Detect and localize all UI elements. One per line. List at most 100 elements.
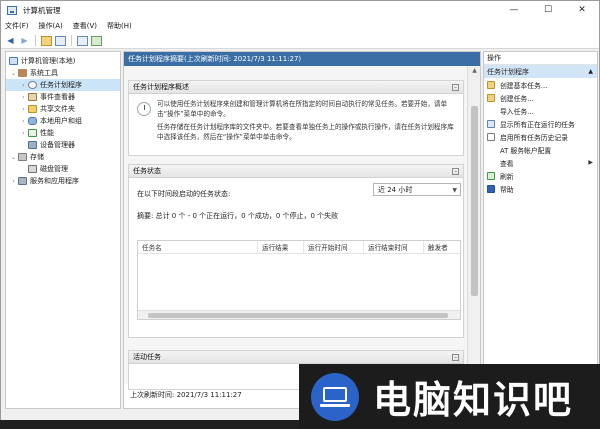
tree-item-label: 事件查看器: [40, 93, 75, 101]
performance-icon: [28, 129, 37, 137]
section-title: 任务状态: [133, 167, 161, 175]
tree-item-label: 共享文件夹: [40, 105, 75, 113]
action-item[interactable]: 查看 ▶: [484, 156, 597, 169]
action-item-label: 查看: [500, 159, 514, 168]
tree-item-storage[interactable]: ⌄ 存储: [6, 151, 120, 163]
tree-item-shared-folders[interactable]: › 共享文件夹: [6, 103, 120, 115]
action-item-label: 启用所有任务历史记录: [500, 133, 568, 142]
column-header-run-end[interactable]: 运行结束时间: [364, 241, 424, 253]
collapse-icon[interactable]: ⌄: [10, 70, 17, 77]
collapse-section-icon[interactable]: –: [452, 168, 459, 175]
collapse-icon[interactable]: ⌄: [10, 154, 17, 161]
view-icon: [487, 159, 495, 167]
collapse-section-icon[interactable]: –: [452, 84, 459, 91]
action-item-label: 创建任务...: [500, 94, 534, 103]
action-item[interactable]: 帮助: [484, 182, 597, 195]
section-title: 活动任务: [133, 353, 161, 361]
action-item[interactable]: 创建基本任务...: [484, 78, 597, 91]
scrollbar-thumb[interactable]: [148, 313, 448, 318]
collapse-section-icon[interactable]: –: [452, 354, 459, 361]
menu-action[interactable]: 操作(A): [39, 21, 63, 31]
title-bar: 计算机管理 — ☐ ✕: [1, 1, 599, 19]
tree-item-event-viewer[interactable]: › 事件查看器: [6, 91, 120, 103]
expand-icon[interactable]: ›: [20, 94, 27, 101]
help-button[interactable]: [77, 35, 88, 46]
refresh-icon: [487, 171, 495, 180]
action-item-label: 显示所有正在运行的任务: [500, 120, 575, 129]
status-summary: 摘要: 总计 0 个 - 0 个正在运行，0 个成功，0 个停止，0 个失败: [137, 212, 339, 220]
tree-item-label: 系统工具: [30, 69, 58, 77]
tree-item-label: 磁盘管理: [40, 165, 68, 173]
column-header-task-name[interactable]: 任务名: [138, 241, 258, 253]
back-button[interactable]: ◀: [5, 35, 16, 46]
actions-group-task-scheduler[interactable]: 任务计划程序 ▲: [484, 65, 597, 78]
minimize-button[interactable]: —: [497, 1, 531, 19]
toolbar-separator: [71, 35, 72, 46]
computer-management-window: 计算机管理 — ☐ ✕ 文件(F) 操作(A) 查看(V) 帮助(H) ◀ ▶ …: [0, 0, 600, 420]
task-status-section-header[interactable]: 任务状态 –: [129, 165, 463, 178]
forward-button[interactable]: ▶: [19, 35, 30, 46]
maximize-button[interactable]: ☐: [531, 1, 565, 19]
column-header-triggered-by[interactable]: 触发者: [424, 241, 460, 253]
action-item[interactable]: 刷新: [484, 169, 597, 182]
menu-help[interactable]: 帮助(H): [107, 21, 132, 31]
tree-item-label: 存储: [30, 153, 44, 161]
help-icon: [487, 184, 495, 193]
create-task-icon: [487, 93, 495, 102]
show-hide-tree-button[interactable]: [55, 35, 66, 46]
expand-icon[interactable]: ›: [20, 130, 27, 137]
section-title: 任务计划程序概述: [133, 83, 189, 91]
column-header-run-result[interactable]: 运行结果: [258, 241, 304, 253]
tree-item-disk-management[interactable]: 磁盘管理: [6, 163, 120, 175]
tree-item-computer-management[interactable]: 计算机管理(本地): [6, 55, 120, 67]
summary-scroll-area: 任务计划程序概述 – 可以使用任务计划程序来创建和管理计算机将在所指定的时间自动…: [124, 66, 468, 390]
tree-item-performance[interactable]: › 性能: [6, 127, 120, 139]
period-dropdown[interactable]: 近 24 小时 ▼: [373, 183, 461, 196]
arrow-left-icon: ◀: [7, 36, 14, 45]
overview-paragraph-2: 任务存储在任务计划程序库的文件夹中。若要查看单独任务上的操作或执行操作，请在任务…: [157, 123, 454, 141]
tools-icon: [18, 69, 27, 77]
tree-item-label: 计算机管理(本地): [21, 57, 76, 65]
properties-button[interactable]: [91, 35, 102, 46]
action-list: 创建基本任务... 创建任务... 导入任务... 显示所有正在运行的任务 启用所有任务…: [484, 78, 597, 195]
tree-item-device-manager[interactable]: 设备管理器: [6, 139, 120, 151]
table-horizontal-scrollbar[interactable]: [138, 310, 460, 319]
active-tasks-section-header[interactable]: 活动任务 –: [129, 351, 463, 364]
expand-icon[interactable]: ›: [20, 106, 27, 113]
menu-file[interactable]: 文件(F): [5, 21, 29, 31]
action-item[interactable]: 显示所有正在运行的任务: [484, 117, 597, 130]
task-status-table: 任务名 运行结果 运行开始时间 运行结束时间 触发者: [137, 240, 461, 320]
action-item[interactable]: 启用所有任务历史记录: [484, 130, 597, 143]
action-item[interactable]: 导入任务...: [484, 104, 597, 117]
last-refresh-time: 上次刷新时间: 2021/7/3 11:11:27: [130, 391, 242, 399]
action-item[interactable]: AT 服务帐户配置: [484, 143, 597, 156]
window-title: 计算机管理: [23, 5, 61, 15]
task-scheduler-summary-pane: 任务计划程序摘要(上次刷新时间: 2021/7/3 11:11:27) 任务计划…: [123, 51, 481, 409]
expand-icon[interactable]: ›: [20, 118, 27, 125]
tree-item-task-scheduler[interactable]: › 任务计划程序: [6, 79, 120, 91]
expand-icon[interactable]: ›: [20, 82, 27, 89]
laptop-logo-icon: [311, 372, 359, 421]
event-viewer-icon: [28, 93, 37, 101]
tree-item-system-tools[interactable]: ⌄ 系统工具: [6, 67, 120, 79]
up-folder-button[interactable]: [41, 35, 52, 46]
expand-icon[interactable]: ›: [10, 178, 17, 185]
scrollbar-thumb[interactable]: [471, 106, 478, 296]
menu-view[interactable]: 查看(V): [73, 21, 97, 31]
summary-header: 任务计划程序摘要(上次刷新时间: 2021/7/3 11:11:27): [124, 52, 480, 66]
action-item[interactable]: 创建任务...: [484, 91, 597, 104]
taskbar-strip: [0, 420, 299, 429]
scroll-up-icon[interactable]: ▲: [468, 66, 480, 76]
table-header: 任务名 运行结果 运行开始时间 运行结束时间 触发者: [138, 241, 460, 254]
column-header-run-start[interactable]: 运行开始时间: [304, 241, 364, 253]
period-label: 在以下时间段启动的任务状态:: [137, 190, 231, 198]
create-basic-task-icon: [487, 80, 495, 89]
summary-vertical-scrollbar[interactable]: ▲ ▼: [467, 66, 480, 384]
clock-icon: [28, 81, 37, 89]
window-controls: — ☐ ✕: [497, 1, 599, 19]
tree-item-local-users-groups[interactable]: › 本地用户和组: [6, 115, 120, 127]
close-button[interactable]: ✕: [565, 1, 599, 19]
actions-group-label: 任务计划程序: [487, 67, 529, 76]
tree-item-services-applications[interactable]: › 服务和应用程序: [6, 175, 120, 187]
overview-section-header[interactable]: 任务计划程序概述 –: [129, 81, 463, 94]
